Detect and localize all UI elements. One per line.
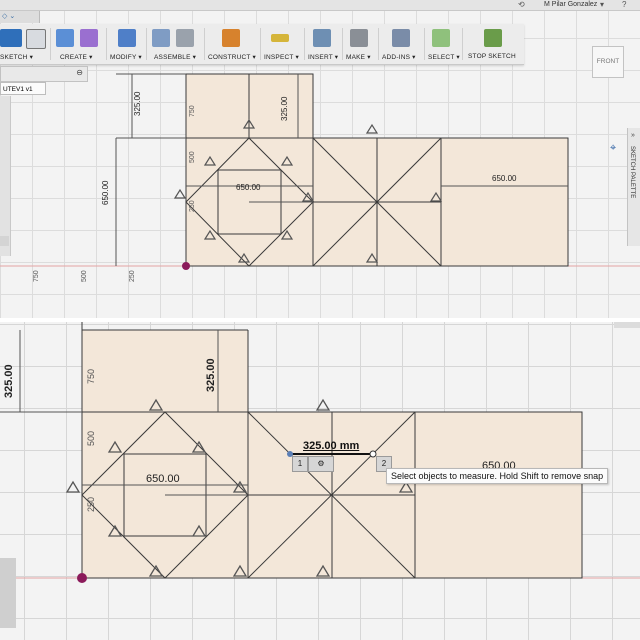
toolbar-divider [304, 28, 305, 60]
top-ruler-500: 500 [189, 151, 196, 163]
top-dim-650-vertical[interactable]: 650.00 [101, 180, 110, 205]
scripts-icon [392, 29, 410, 47]
new-component-icon [152, 29, 170, 47]
modify-menu-label: MODIFY ▾ [110, 54, 142, 61]
press-pull-icon [118, 29, 136, 47]
canvas-edge [614, 322, 640, 328]
sketch-icon [0, 29, 22, 47]
offset-plane-icon [222, 29, 240, 47]
ruler-250: 250 [86, 497, 96, 512]
document-tab[interactable]: ◇ ⌄ [0, 11, 40, 23]
top-ruler-750: 750 [189, 105, 196, 117]
view-cube[interactable]: FRONT [592, 46, 624, 78]
toolbar-divider [204, 28, 205, 60]
top-dim-325-right[interactable]: 325.00 [280, 96, 289, 121]
assemble-menu[interactable]: ASSEMBLE ▾ [150, 24, 202, 64]
origin-point[interactable] [182, 262, 190, 270]
ruler-500: 500 [86, 431, 96, 446]
gear-icon[interactable]: ⚙ [308, 456, 334, 472]
create-menu-label: CREATE ▾ [60, 54, 93, 61]
snap-badge-1[interactable]: 1 [292, 456, 308, 472]
close-icon[interactable]: ⊖ [76, 68, 83, 77]
history-icon[interactable]: ⟲ [518, 0, 525, 10]
user-name[interactable]: M Pilar Gonzalez [544, 0, 597, 10]
assemble-menu-label: ASSEMBLE ▾ [154, 54, 197, 61]
ruler-750: 750 [86, 369, 96, 384]
modify-menu[interactable]: MODIFY ▾ [110, 24, 144, 64]
measure-readout: 325.00 mm [303, 440, 360, 452]
stop-sketch-icon [484, 29, 502, 47]
make-menu[interactable]: MAKE ▾ [346, 24, 374, 64]
addins-menu[interactable]: ADD-INS ▾ [382, 24, 422, 64]
top-ruler-250: 250 [189, 200, 196, 212]
box-icon [56, 29, 74, 47]
axis-label-750: 750 [33, 270, 40, 282]
sketch-menu[interactable]: SKETCH ▾ [0, 24, 46, 64]
rectangle-icon[interactable] [26, 29, 46, 49]
toolbar-divider [106, 28, 107, 60]
joint-icon [176, 29, 194, 47]
inspect-menu-label: INSPECT ▾ [264, 54, 299, 61]
bottom-dim-650-center[interactable]: 650.00 [146, 473, 180, 485]
top-dim-650-right[interactable]: 650.00 [492, 174, 517, 183]
origin-point[interactable] [77, 573, 87, 583]
stop-sketch-label: STOP SKETCH [468, 53, 516, 60]
construct-menu[interactable]: CONSTRUCT ▾ [208, 24, 256, 64]
help-icon[interactable]: ? [622, 0, 626, 10]
bottom-dim-325-right[interactable]: 325.00 [205, 358, 217, 392]
bottom-dim-325-left[interactable]: 325.00 [3, 364, 15, 398]
select-icon [432, 29, 450, 47]
toolbar-divider [50, 28, 51, 60]
toolbar-divider [462, 28, 463, 60]
measure-icon [271, 34, 289, 42]
select-menu-label: SELECT ▾ [428, 54, 460, 61]
toolbar: SKETCH ▾ CREATE ▾ MODIFY ▾ ASSEMBLE ▾ CO… [0, 24, 524, 65]
construct-menu-label: CONSTRUCT ▾ [208, 54, 256, 61]
expand-icon[interactable]: » [631, 132, 635, 139]
crosshair-icon: ⌖ [610, 142, 617, 154]
insert-menu[interactable]: INSERT ▾ [308, 24, 340, 64]
axis-label-250: 250 [129, 270, 136, 282]
insert-menu-label: INSERT ▾ [308, 54, 339, 61]
toolbar-divider [342, 28, 343, 60]
chevron-down-icon[interactable]: ▾ [600, 0, 604, 10]
browser-edge [0, 558, 16, 628]
sketch-palette-label: SKETCH PALETTE [629, 146, 635, 199]
stop-sketch-button[interactable]: STOP SKETCH [466, 24, 520, 64]
addins-menu-label: ADD-INS ▾ [382, 54, 416, 61]
sketch-profile-upper[interactable] [82, 330, 248, 412]
make-menu-label: MAKE ▾ [346, 54, 371, 61]
sketch-palette[interactable]: » SKETCH PALETTE [627, 128, 640, 246]
image-icon [313, 29, 331, 47]
component-node[interactable]: UTEV1 v1 [0, 82, 46, 95]
measure-tooltip: Select objects to measure. Hold Shift to… [386, 468, 609, 484]
toolbar-divider [378, 28, 379, 60]
form-icon [80, 29, 98, 47]
browser-panel[interactable]: ⊖ [0, 66, 88, 82]
3d-print-icon [350, 29, 368, 47]
browser-sidebar [0, 96, 11, 256]
toolbar-divider [146, 28, 147, 60]
bottom-viewport[interactable]: 325.00 325.00 650.00 650.00 750 500 250 … [0, 322, 640, 640]
select-menu[interactable]: SELECT ▾ [428, 24, 460, 64]
sketch-menu-label: SKETCH ▾ [0, 54, 34, 61]
title-bar: ⟲ M Pilar Gonzalez ▾ ? [0, 0, 640, 11]
axis-label-500: 500 [81, 270, 88, 282]
top-viewport[interactable]: 325.00 650.00 325.00 650.00 650.00 750 5… [0, 0, 640, 318]
sidebar-toggle[interactable] [0, 236, 9, 246]
inspect-menu[interactable]: INSPECT ▾ [264, 24, 300, 64]
create-menu[interactable]: CREATE ▾ [54, 24, 104, 64]
top-dim-325-left[interactable]: 325.00 [133, 91, 142, 116]
toolbar-divider [260, 28, 261, 60]
top-dim-650-center[interactable]: 650.00 [236, 183, 261, 192]
toolbar-divider [424, 28, 425, 60]
